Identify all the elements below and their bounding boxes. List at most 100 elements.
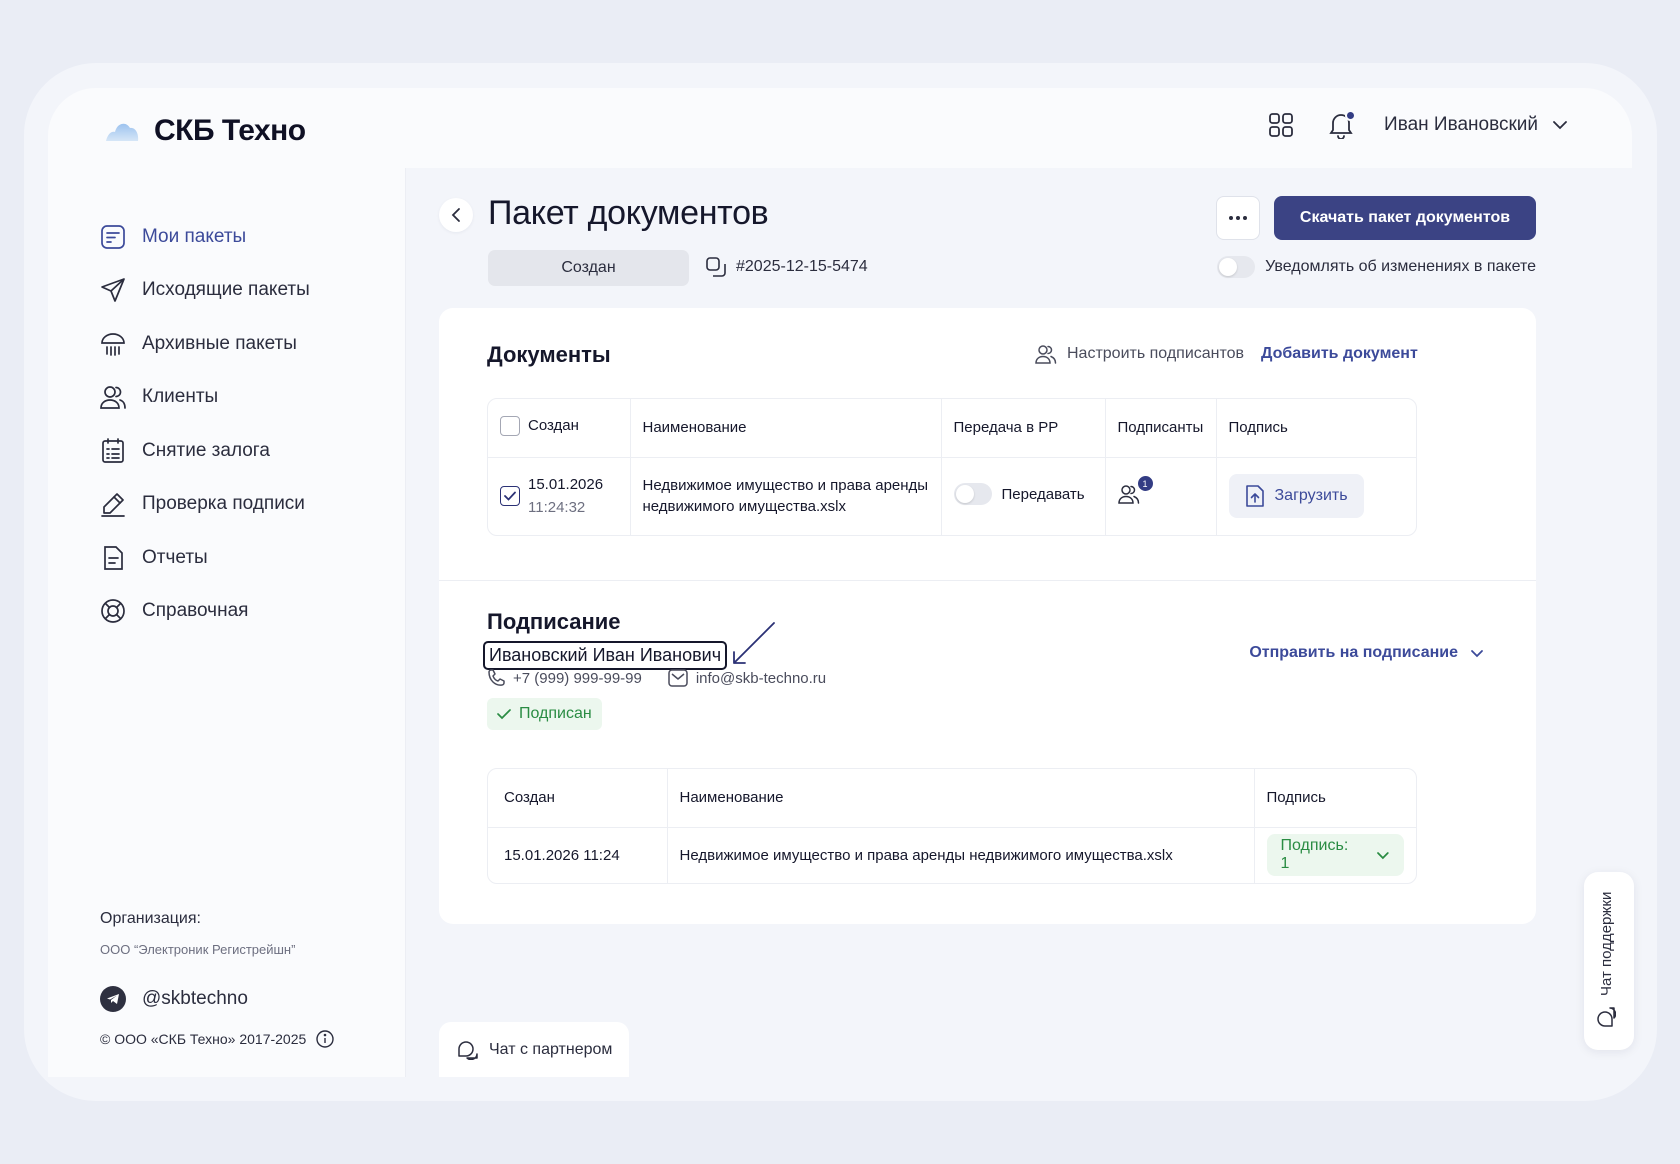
select-all-checkbox[interactable]: [500, 415, 520, 436]
notify-label: Уведомлять об изменениях в пакете: [1265, 258, 1536, 275]
section-divider: [439, 580, 1536, 581]
main-content: Пакет документов Создан #2025-12-15-5474…: [406, 168, 1632, 1077]
send-for-signing-dropdown[interactable]: Отправить на подписание: [1249, 644, 1484, 662]
configure-signers-button[interactable]: Настроить подписантов: [1035, 344, 1244, 364]
help-icon: [100, 598, 126, 624]
signature-cell: Загрузить: [1216, 457, 1416, 535]
top-bar: СКБ Техно Иван Ивановский: [48, 88, 1632, 168]
sidebar-item-archive[interactable]: Архивные пакеты: [100, 317, 310, 371]
telegram-icon: [100, 986, 126, 1012]
partner-chat-button[interactable]: Чат с партнером: [439, 1022, 629, 1077]
sidebar-item-pledge-removal[interactable]: Снятие залога: [100, 424, 310, 478]
back-button[interactable]: [439, 198, 473, 232]
sidebar-item-outgoing[interactable]: Исходящие пакеты: [100, 264, 310, 318]
sidebar-nav: Мои пакеты Исходящие пакеты Архивные пак…: [100, 210, 310, 638]
chevron-left-icon: [451, 208, 460, 222]
sidebar-item-label: Исходящие пакеты: [142, 279, 310, 301]
configure-signers-label: Настроить подписантов: [1067, 345, 1245, 362]
documents-table: Создан Наименование Передача в РР Подпис…: [487, 398, 1417, 536]
logo-cloud-icon: [106, 123, 139, 141]
copyright: © ООО «СКБ Техно» 2017-2025: [100, 1030, 334, 1048]
signers-count-badge: 1: [1137, 476, 1153, 492]
sidebar-item-reports[interactable]: Отчеты: [100, 531, 310, 585]
annotation-arrow-icon: [733, 622, 775, 664]
logo[interactable]: СКБ Техно: [104, 114, 306, 148]
column-header-signature: Подпись: [1254, 769, 1416, 828]
notify-toggle-row: Уведомлять об изменениях в пакете: [1217, 256, 1536, 278]
org-label: Организация:: [100, 910, 201, 927]
add-document-button[interactable]: Добавить документ: [1261, 345, 1418, 363]
signature-count-dropdown[interactable]: Подпись: 1: [1266, 834, 1404, 877]
email-text: info@skb-techno.ru: [695, 669, 827, 687]
phone-icon: [488, 669, 505, 686]
page-title: Пакет документов: [488, 194, 769, 232]
column-header-transfer: Передача в РР: [941, 399, 1106, 458]
send-for-signing-label: Отправить на подписание: [1249, 644, 1458, 661]
signing-title: Подписание: [487, 609, 621, 634]
created-cell: 15.01.2026 11:24:32: [488, 457, 631, 535]
apps-grid-icon[interactable]: [1264, 108, 1298, 142]
notifications-bell-icon[interactable]: [1324, 108, 1358, 142]
row-checkbox[interactable]: [500, 486, 520, 507]
signature-count-label: Подпись: 1: [1280, 837, 1349, 873]
column-header: Создан: [488, 399, 631, 458]
sidebar-item-label: Мои пакеты: [142, 225, 247, 247]
sidebar-item-signature-check[interactable]: Проверка подписи: [100, 478, 310, 532]
status-badge: Создан: [488, 250, 689, 286]
sidebar-item-clients[interactable]: Клиенты: [100, 371, 310, 425]
check-icon: [497, 709, 511, 720]
documents-title: Документы: [487, 342, 611, 367]
more-dots-icon: [1229, 216, 1247, 220]
column-header-created: Создан: [488, 769, 668, 828]
column-header-name: Наименование: [667, 769, 1255, 828]
more-options-button[interactable]: [1216, 196, 1260, 240]
name-cell: Недвижимое имущество и права аренды недв…: [667, 827, 1255, 883]
copyright-text: © ООО «СКБ Техно» 2017-2025: [100, 1031, 307, 1047]
send-icon: [100, 277, 126, 303]
mail-icon: [668, 669, 688, 687]
column-header-signature: Подпись: [1216, 399, 1416, 458]
transfer-toggle[interactable]: [953, 483, 992, 506]
package-id-text: #2025-12-15-5474: [736, 258, 868, 275]
table-header-row: Создан Наименование Подпись: [488, 769, 1416, 828]
support-chat-button[interactable]: Чат поддержки: [1584, 872, 1634, 1050]
info-icon[interactable]: [316, 1030, 334, 1048]
table-row: 15.01.2026 11:24:32 Недвижимое имущество…: [488, 457, 1416, 535]
users-icon: [1035, 345, 1057, 364]
download-package-button[interactable]: Скачать пакет документов: [1274, 196, 1536, 240]
notification-dot: [1345, 110, 1357, 121]
sidebar-item-label: Справочная: [142, 600, 249, 622]
signer-phone: +7 (999) 999-99-99: [487, 669, 642, 687]
signers-cell: 1: [1105, 457, 1217, 535]
row-time: 11:24:32: [528, 499, 586, 517]
sidebar-item-label: Архивные пакеты: [142, 332, 297, 354]
copy-icon: [706, 257, 726, 277]
list-icon: [100, 437, 126, 464]
table-header-row: Создан Наименование Передача в РР Подпис…: [488, 399, 1416, 458]
upload-label: Загрузить: [1274, 487, 1348, 505]
partner-chat-label: Чат с партнером: [489, 1041, 613, 1058]
upload-button[interactable]: Загрузить: [1228, 474, 1364, 519]
users-icon: [1117, 485, 1139, 504]
archive-icon: [100, 331, 126, 357]
signers-button[interactable]: 1: [1117, 476, 1153, 508]
package-id[interactable]: #2025-12-15-5474: [706, 257, 868, 277]
signing-table: Создан Наименование Подпись 15.01.2026 1…: [487, 768, 1417, 884]
sidebar-item-help[interactable]: Справочная: [100, 585, 310, 639]
top-actions: Иван Ивановский: [1264, 108, 1568, 142]
users-icon: [100, 384, 126, 410]
telegram-link[interactable]: @skbtechno: [100, 986, 248, 1012]
telegram-handle: @skbtechno: [142, 988, 248, 1009]
transfer-cell: Передавать: [941, 457, 1106, 535]
signer-contacts: +7 (999) 999-99-99 info@skb-techno.ru: [487, 669, 826, 687]
notify-toggle[interactable]: [1217, 256, 1256, 278]
signer-email: info@skb-techno.ru: [668, 669, 826, 687]
user-name: Иван Ивановский: [1384, 114, 1538, 135]
signature-cell: Подпись: 1: [1254, 827, 1416, 883]
user-menu[interactable]: Иван Ивановский: [1384, 114, 1568, 136]
column-header-created: Создан: [528, 417, 579, 435]
signed-status-badge: Подписан: [487, 698, 602, 730]
sidebar-item-my-packages[interactable]: Мои пакеты: [100, 210, 310, 264]
signer-name[interactable]: Ивановский Иван Иванович: [483, 641, 728, 670]
check-icon: [504, 491, 516, 502]
